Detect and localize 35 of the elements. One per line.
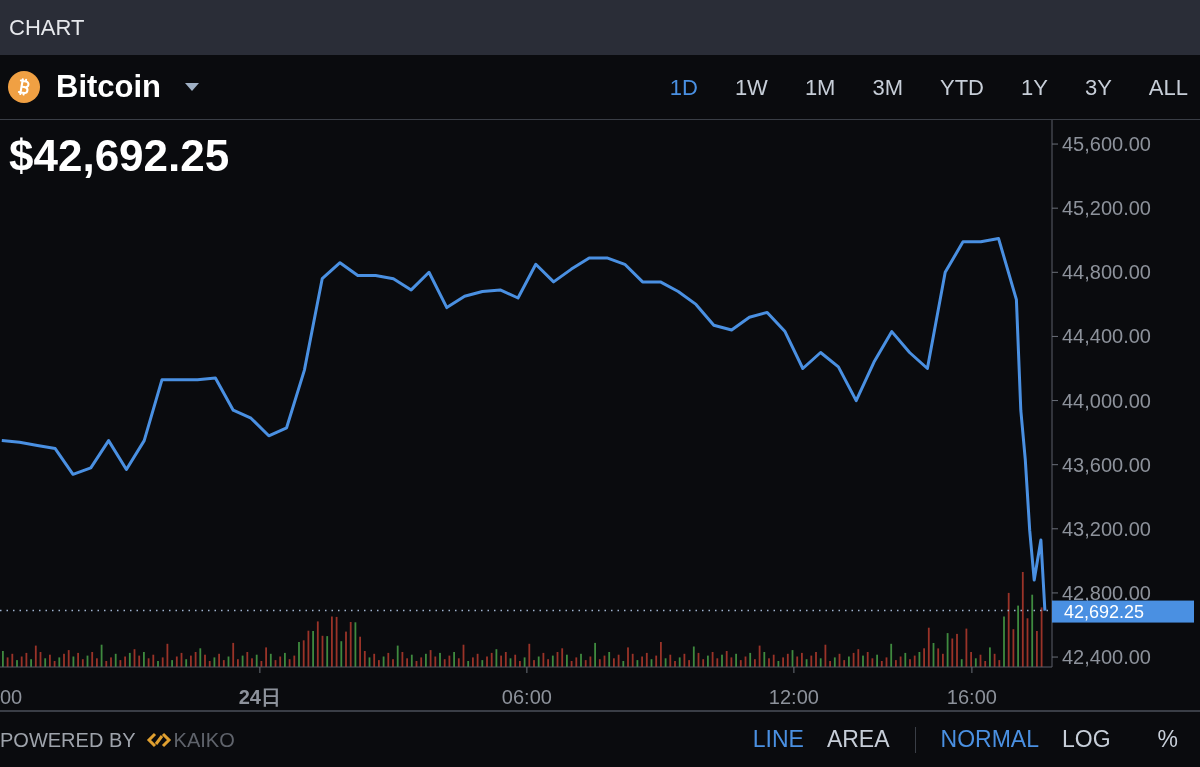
y-axis-label: 43,600.00 — [1062, 453, 1151, 476]
caret-icon — [185, 83, 200, 91]
y-axis-label: 45,600.00 — [1062, 133, 1151, 156]
scale-toggle[interactable]: LOG — [1061, 722, 1111, 757]
header-title: CHART — [9, 14, 85, 42]
y-axis-label: 44,000.00 — [1062, 389, 1151, 412]
y-axis-label: 44,800.00 — [1062, 261, 1151, 284]
chart-type-toggle[interactable]: AREA — [826, 722, 890, 757]
chart-type-toggle[interactable]: LINE — [752, 722, 804, 757]
range-tab[interactable]: YTD — [940, 70, 984, 104]
scale-toggle[interactable]: % — [1157, 722, 1178, 757]
x-axis-label: 00 — [0, 686, 23, 708]
bitcoin-icon — [8, 71, 40, 103]
scale-toggle[interactable]: NORMAL — [940, 722, 1039, 757]
current-price: $42,692.25 — [9, 134, 230, 178]
x-axis-label: 16:00 — [946, 686, 997, 708]
y-axis-label: 42,400.00 — [1062, 646, 1151, 669]
range-tab[interactable]: 1W — [734, 70, 768, 104]
x-axis-label: 06:00 — [501, 686, 552, 708]
range-tab[interactable]: 1M — [804, 70, 836, 104]
range-tab[interactable]: 3M — [872, 70, 903, 104]
y-axis-label: 43,200.00 — [1062, 517, 1151, 540]
provider-name: KAIKO — [173, 727, 235, 753]
date-axis-label: 24日 — [238, 686, 281, 708]
range-tab[interactable]: 3Y — [1084, 70, 1112, 104]
x-axis-label: 12:00 — [768, 686, 819, 708]
powered-by-label: POWERED BY — [0, 727, 136, 753]
y-axis-label: 44,400.00 — [1062, 325, 1151, 348]
asset-selector[interactable]: Bitcoin — [56, 63, 200, 111]
range-tab[interactable]: 1D — [669, 70, 698, 104]
chain-link-icon — [145, 731, 172, 748]
range-tab[interactable]: ALL — [1148, 70, 1188, 104]
range-tab[interactable]: 1Y — [1021, 70, 1048, 104]
price-badge: 42,692.25 — [1052, 600, 1194, 623]
y-axis-label: 45,200.00 — [1062, 197, 1151, 220]
